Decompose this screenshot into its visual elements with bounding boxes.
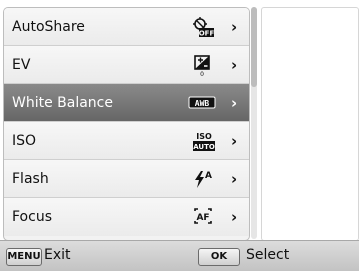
camera-menu-screen: AutoShare OFF › EV 0 › White Balance AWB…	[0, 0, 359, 271]
menu-item-label: Flash	[12, 170, 49, 187]
chevron-right-icon: ›	[231, 170, 238, 188]
menu-item-label: AutoShare	[12, 18, 85, 35]
menu-item-focus[interactable]: Focus AF ›	[4, 198, 249, 236]
menu-item-iso[interactable]: ISO ISO AUTO ›	[4, 122, 249, 160]
svg-text:AWB: AWB	[195, 99, 210, 108]
menu-item-label: White Balance	[12, 94, 113, 111]
iso-auto-icon: ISO AUTO	[192, 129, 218, 153]
svg-text:AF: AF	[196, 213, 209, 223]
svg-text:A: A	[205, 171, 212, 181]
svg-text:ISO: ISO	[196, 132, 212, 141]
preview-pane	[261, 7, 359, 241]
svg-text:OFF: OFF	[199, 30, 214, 38]
chevron-right-icon: ›	[231, 94, 238, 112]
scrollbar-thumb[interactable]	[251, 7, 257, 87]
svg-text:0: 0	[200, 71, 204, 77]
menu-item-autoshare[interactable]: AutoShare OFF ›	[4, 8, 249, 46]
select-hint: Select	[246, 247, 290, 263]
chevron-right-icon: ›	[231, 208, 238, 226]
chevron-right-icon: ›	[231, 132, 238, 150]
autoshare-off-icon: OFF	[192, 15, 214, 39]
menu-item-ev[interactable]: EV 0 ›	[4, 46, 249, 84]
chevron-right-icon: ›	[231, 56, 238, 74]
settings-menu: AutoShare OFF › EV 0 › White Balance AWB…	[3, 7, 250, 241]
menu-key[interactable]: MENU	[6, 248, 42, 266]
svg-text:AUTO: AUTO	[193, 143, 215, 151]
ev-icon: 0	[192, 53, 214, 78]
menu-item-white-balance[interactable]: White Balance AWB ›	[4, 84, 249, 122]
menu-item-label: Focus	[12, 209, 52, 225]
button-guide-bar: MENU Exit OK Select	[0, 240, 359, 271]
flash-auto-icon: A	[192, 167, 214, 191]
menu-item-label: ISO	[12, 132, 37, 149]
awb-icon: AWB	[188, 91, 218, 115]
chevron-right-icon: ›	[231, 18, 238, 36]
af-icon: AF	[192, 205, 214, 229]
menu-item-label: EV	[12, 56, 31, 73]
exit-hint: Exit	[44, 247, 71, 263]
menu-item-flash[interactable]: Flash A ›	[4, 160, 249, 198]
menu-scrollbar[interactable]	[251, 7, 257, 239]
ok-key[interactable]: OK	[198, 248, 240, 266]
